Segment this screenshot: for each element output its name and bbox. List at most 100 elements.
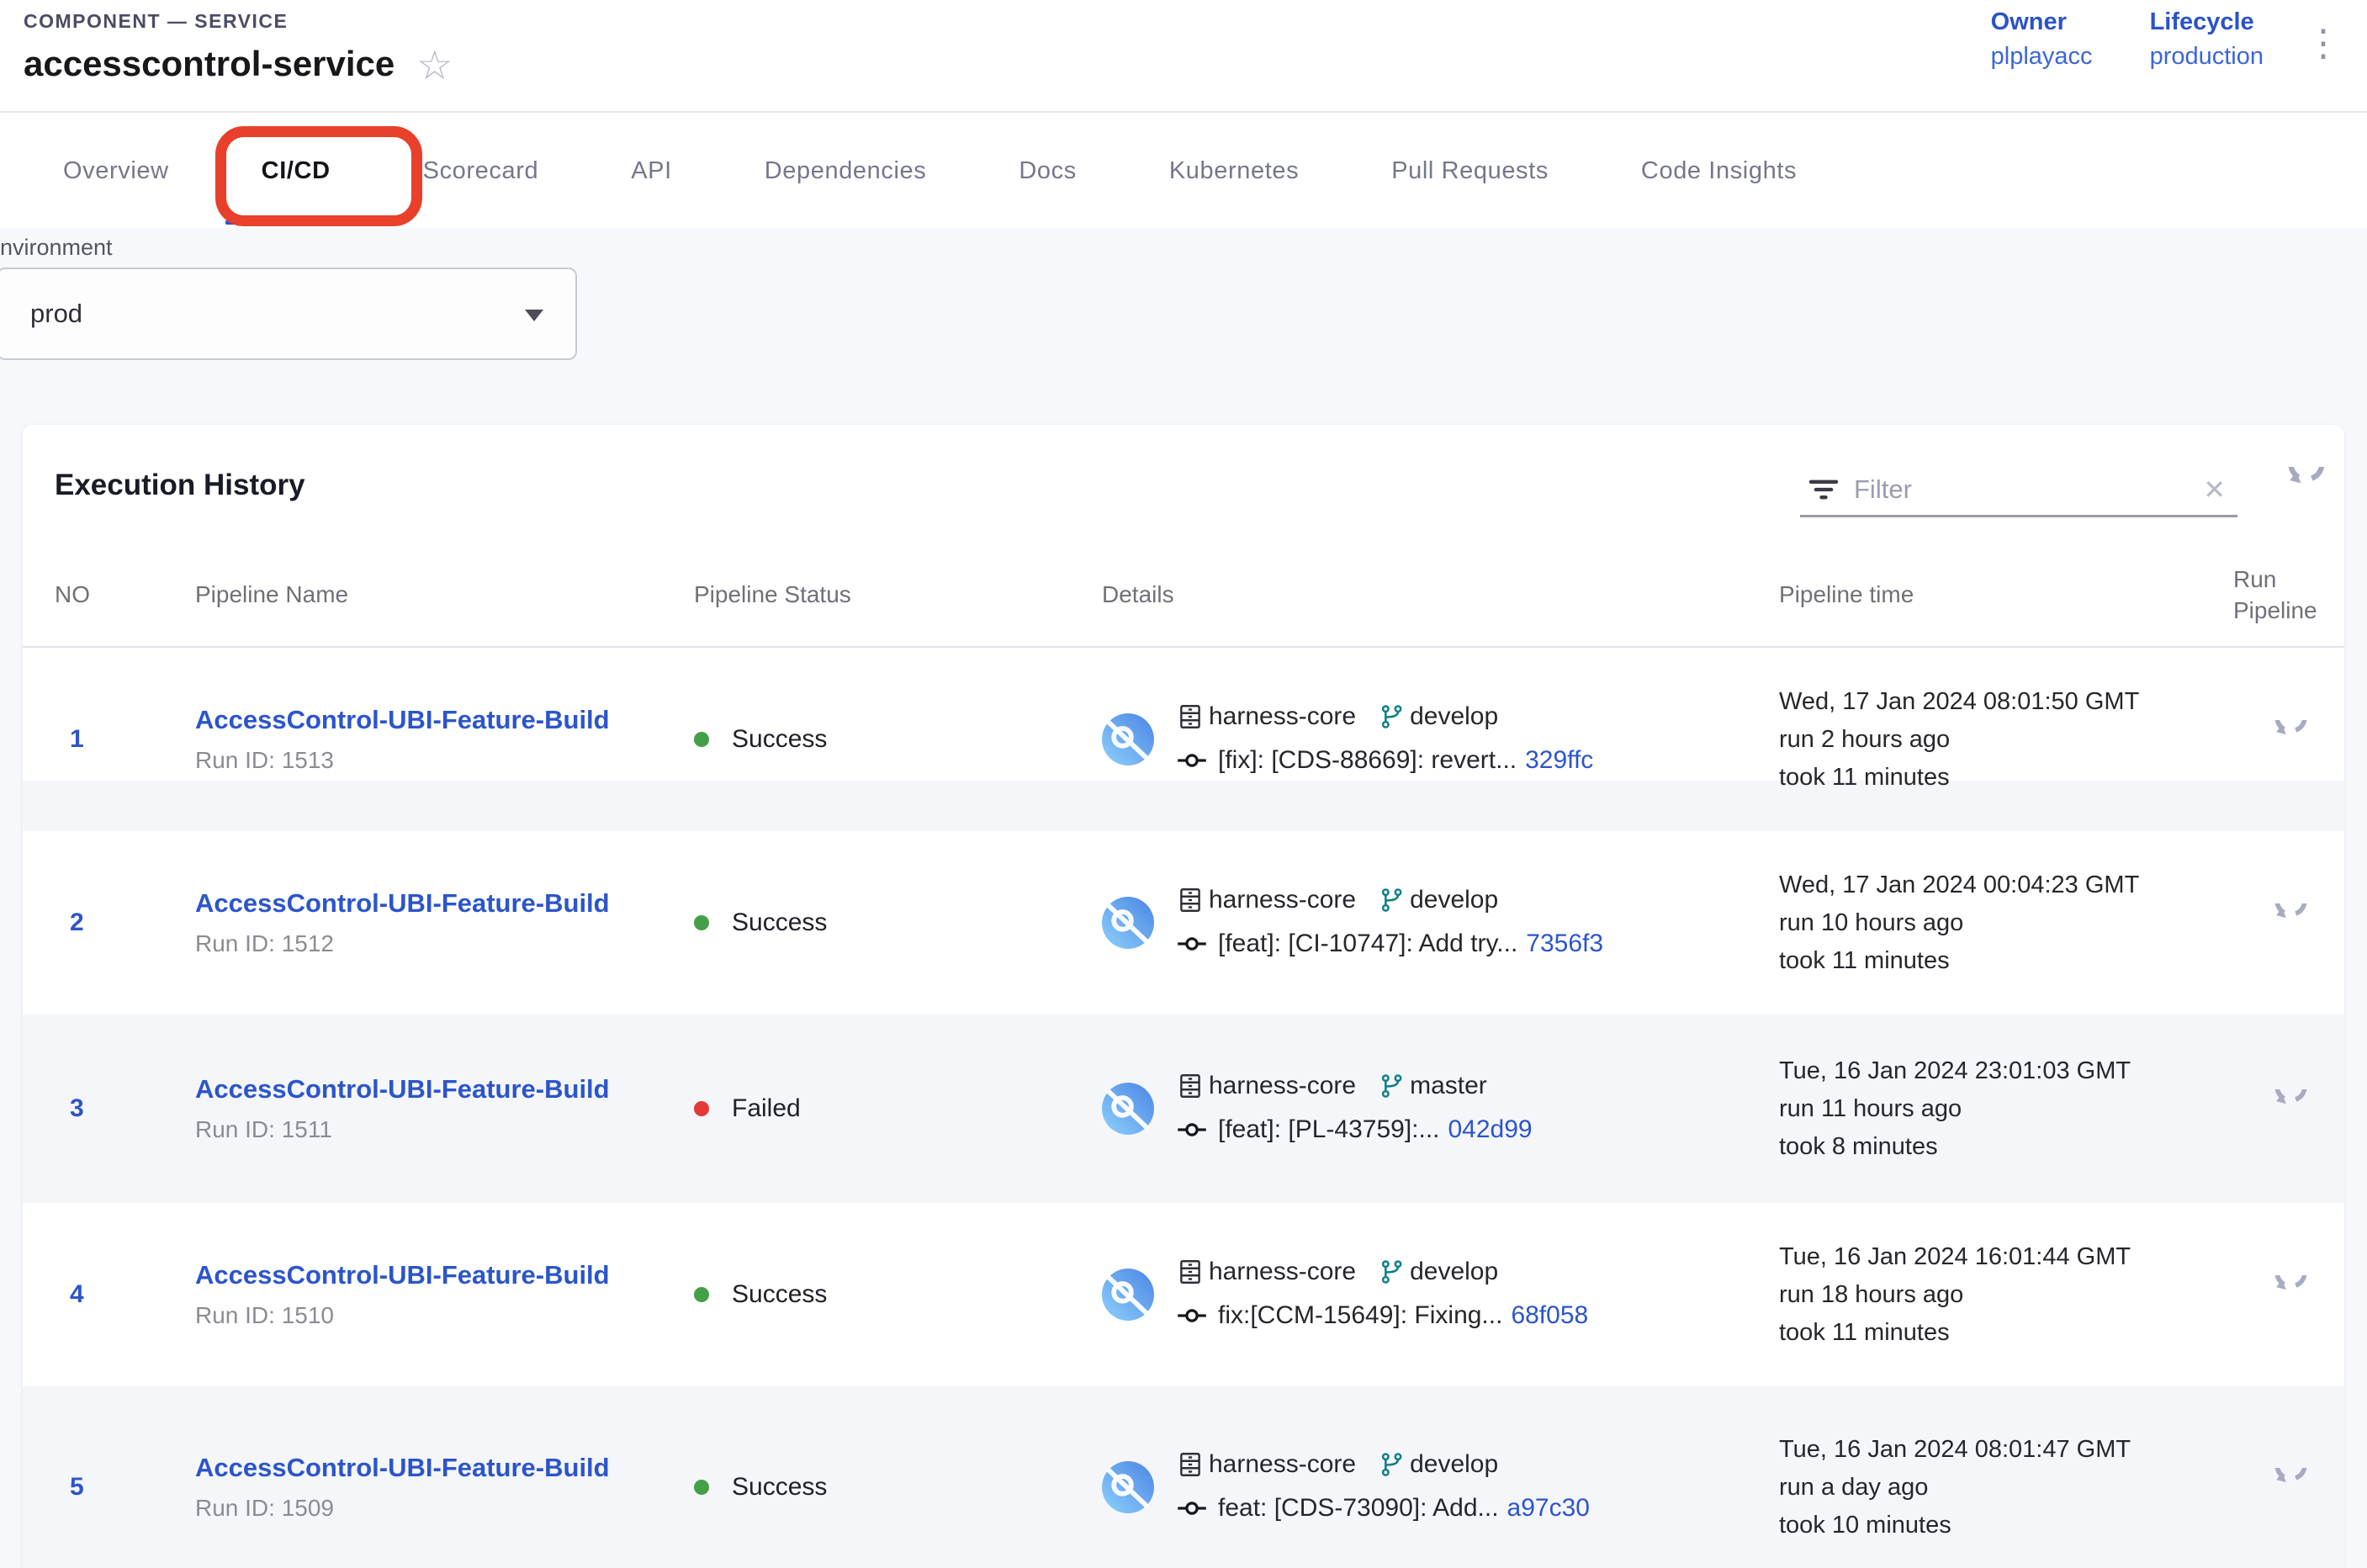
pipeline-build-icon — [1102, 1269, 1154, 1321]
run-pipeline-button[interactable] — [2269, 1089, 2308, 1128]
filter-icon — [1807, 473, 1840, 506]
commit-sha-link[interactable]: 7356f3 — [1526, 930, 1603, 958]
git-branch-icon — [1378, 887, 1405, 914]
favorite-star-icon[interactable]: ☆ — [416, 42, 453, 89]
entity-kind-label: COMPONENT — SERVICE — [24, 10, 288, 33]
status-label: Failed — [732, 1094, 801, 1123]
more-options-kebab-icon[interactable]: ⋮ — [2305, 25, 2342, 62]
repository-name: harness-core — [1209, 702, 1356, 731]
column-header-details: Details — [1102, 581, 1779, 608]
pipeline-time: Tue, 16 Jan 2024 16:01:44 GMT — [1779, 1238, 2233, 1276]
pipeline-name-link[interactable]: AccessControl-UBI-Feature-Build — [195, 1453, 610, 1483]
repository-icon — [1176, 886, 1205, 914]
filter-bar: ✕ — [1800, 464, 2237, 517]
run-pipeline-button[interactable] — [2269, 720, 2308, 759]
status-dot — [694, 1480, 709, 1495]
table-row: 2 AccessControl-UBI-Feature-Build Run ID… — [23, 831, 2344, 1014]
pipeline-duration: took 11 minutes — [1779, 1314, 2233, 1352]
commit-sha-link[interactable]: 042d99 — [1448, 1115, 1533, 1144]
row-number: 4 — [55, 1280, 195, 1309]
entity-meta: Owner plplayacc Lifecycle production — [1991, 8, 2264, 71]
tab-cicd[interactable]: CI/CD — [215, 114, 377, 228]
git-commit-icon — [1176, 1492, 1208, 1524]
git-branch-icon — [1378, 1073, 1405, 1099]
table-row: 4 AccessControl-UBI-Feature-Build Run ID… — [23, 1203, 2344, 1386]
commit-message: [feat]: [CI-10747]: Add try... — [1218, 930, 1517, 958]
status-label: Success — [732, 1473, 827, 1502]
tab-docs[interactable]: Docs — [972, 114, 1122, 228]
git-branch-icon — [1378, 703, 1405, 730]
table-header-row: NO Pipeline Name Pipeline Status Details… — [23, 543, 2344, 648]
row-number: 3 — [55, 1094, 195, 1123]
run-id: Run ID: 1513 — [195, 747, 694, 774]
page-title: accesscontrol-service — [24, 44, 394, 84]
commit-sha-link[interactable]: a97c30 — [1507, 1494, 1590, 1523]
repository-icon — [1176, 1072, 1205, 1100]
repository-icon — [1176, 702, 1205, 731]
run-pipeline-button[interactable] — [2269, 903, 2308, 942]
environment-label: nvironment — [0, 235, 113, 261]
filter-input[interactable] — [1854, 474, 2190, 505]
owner-link[interactable]: plplayacc — [1991, 43, 2093, 71]
lifecycle-label: Lifecycle — [2150, 8, 2264, 36]
commit-sha-link[interactable]: 329ffc — [1525, 746, 1593, 775]
row-number: 2 — [55, 908, 195, 937]
pipeline-ran-ago: run 11 hours ago — [1779, 1090, 2233, 1128]
git-branch-icon — [1378, 1258, 1405, 1285]
pipeline-build-icon — [1102, 713, 1154, 765]
branch-name: develop — [1410, 1258, 1498, 1286]
pipeline-ran-ago: run 18 hours ago — [1779, 1276, 2233, 1314]
git-commit-icon — [1176, 928, 1208, 960]
pipeline-name-link[interactable]: AccessControl-UBI-Feature-Build — [195, 1260, 610, 1290]
tab-overview[interactable]: Overview — [17, 114, 215, 228]
lifecycle-value: production — [2150, 43, 2264, 71]
environment-select[interactable]: prod — [0, 268, 577, 360]
commit-sha-link[interactable]: 68f058 — [1511, 1301, 1588, 1330]
repository-name: harness-core — [1209, 1258, 1356, 1286]
refresh-icon[interactable] — [2282, 467, 2326, 511]
commit-message: [feat]: [PL-43759]:... — [1218, 1115, 1440, 1144]
status-dot — [694, 1287, 709, 1302]
table-row: 5 AccessControl-UBI-Feature-Build Run ID… — [23, 1386, 2344, 1568]
column-header-no: NO — [55, 581, 195, 608]
repository-name: harness-core — [1209, 1072, 1356, 1100]
pipeline-name-link[interactable]: AccessControl-UBI-Feature-Build — [195, 1074, 610, 1104]
pipeline-ran-ago: run a day ago — [1779, 1469, 2233, 1507]
tab-pull-requests[interactable]: Pull Requests — [1345, 114, 1595, 228]
table-row: 3 AccessControl-UBI-Feature-Build Run ID… — [23, 1014, 2344, 1203]
commit-message: feat: [CDS-73090]: Add... — [1218, 1494, 1499, 1523]
pipeline-name-link[interactable]: AccessControl-UBI-Feature-Build — [195, 705, 610, 735]
execution-history-title: Execution History — [55, 469, 305, 502]
status-label: Success — [732, 908, 827, 937]
column-header-pipeline-time: Pipeline time — [1779, 581, 2233, 608]
run-pipeline-button[interactable] — [2269, 1468, 2308, 1507]
main-content: nvironment prod Execution History ✕ NO P… — [0, 228, 2367, 1568]
status-dot — [694, 915, 709, 930]
git-branch-icon — [1378, 1451, 1405, 1478]
pipeline-duration: took 11 minutes — [1779, 942, 2233, 980]
pipeline-time: Wed, 17 Jan 2024 00:04:23 GMT — [1779, 866, 2233, 904]
clear-filter-icon[interactable]: ✕ — [2203, 474, 2231, 506]
chevron-down-icon — [525, 310, 543, 321]
repository-name: harness-core — [1209, 1450, 1356, 1479]
tab-dependencies[interactable]: Dependencies — [718, 114, 973, 228]
tab-api[interactable]: API — [585, 114, 718, 228]
tabs-bar: Overview CI/CD Scorecard API Dependencie… — [0, 114, 2367, 228]
git-commit-icon — [1176, 744, 1208, 776]
pipeline-build-icon — [1102, 1083, 1154, 1135]
branch-name: develop — [1410, 886, 1498, 914]
run-pipeline-button[interactable] — [2269, 1275, 2308, 1314]
tab-scorecard[interactable]: Scorecard — [377, 114, 585, 228]
title-row: accesscontrol-service ☆ — [24, 39, 453, 89]
owner-label: Owner — [1991, 8, 2093, 36]
status-label: Success — [732, 1280, 827, 1309]
commit-message: [fix]: [CDS-88669]: revert... — [1218, 746, 1517, 775]
git-commit-icon — [1176, 1114, 1208, 1146]
pipeline-build-icon — [1102, 897, 1154, 949]
tab-kubernetes[interactable]: Kubernetes — [1123, 114, 1345, 228]
pipeline-name-link[interactable]: AccessControl-UBI-Feature-Build — [195, 888, 610, 919]
table-row: 1 AccessControl-UBI-Feature-Build Run ID… — [23, 648, 2344, 831]
git-commit-icon — [1176, 1300, 1208, 1332]
tab-code-insights[interactable]: Code Insights — [1595, 114, 1843, 228]
column-header-run-pipeline: Run Pipeline — [2233, 564, 2344, 626]
